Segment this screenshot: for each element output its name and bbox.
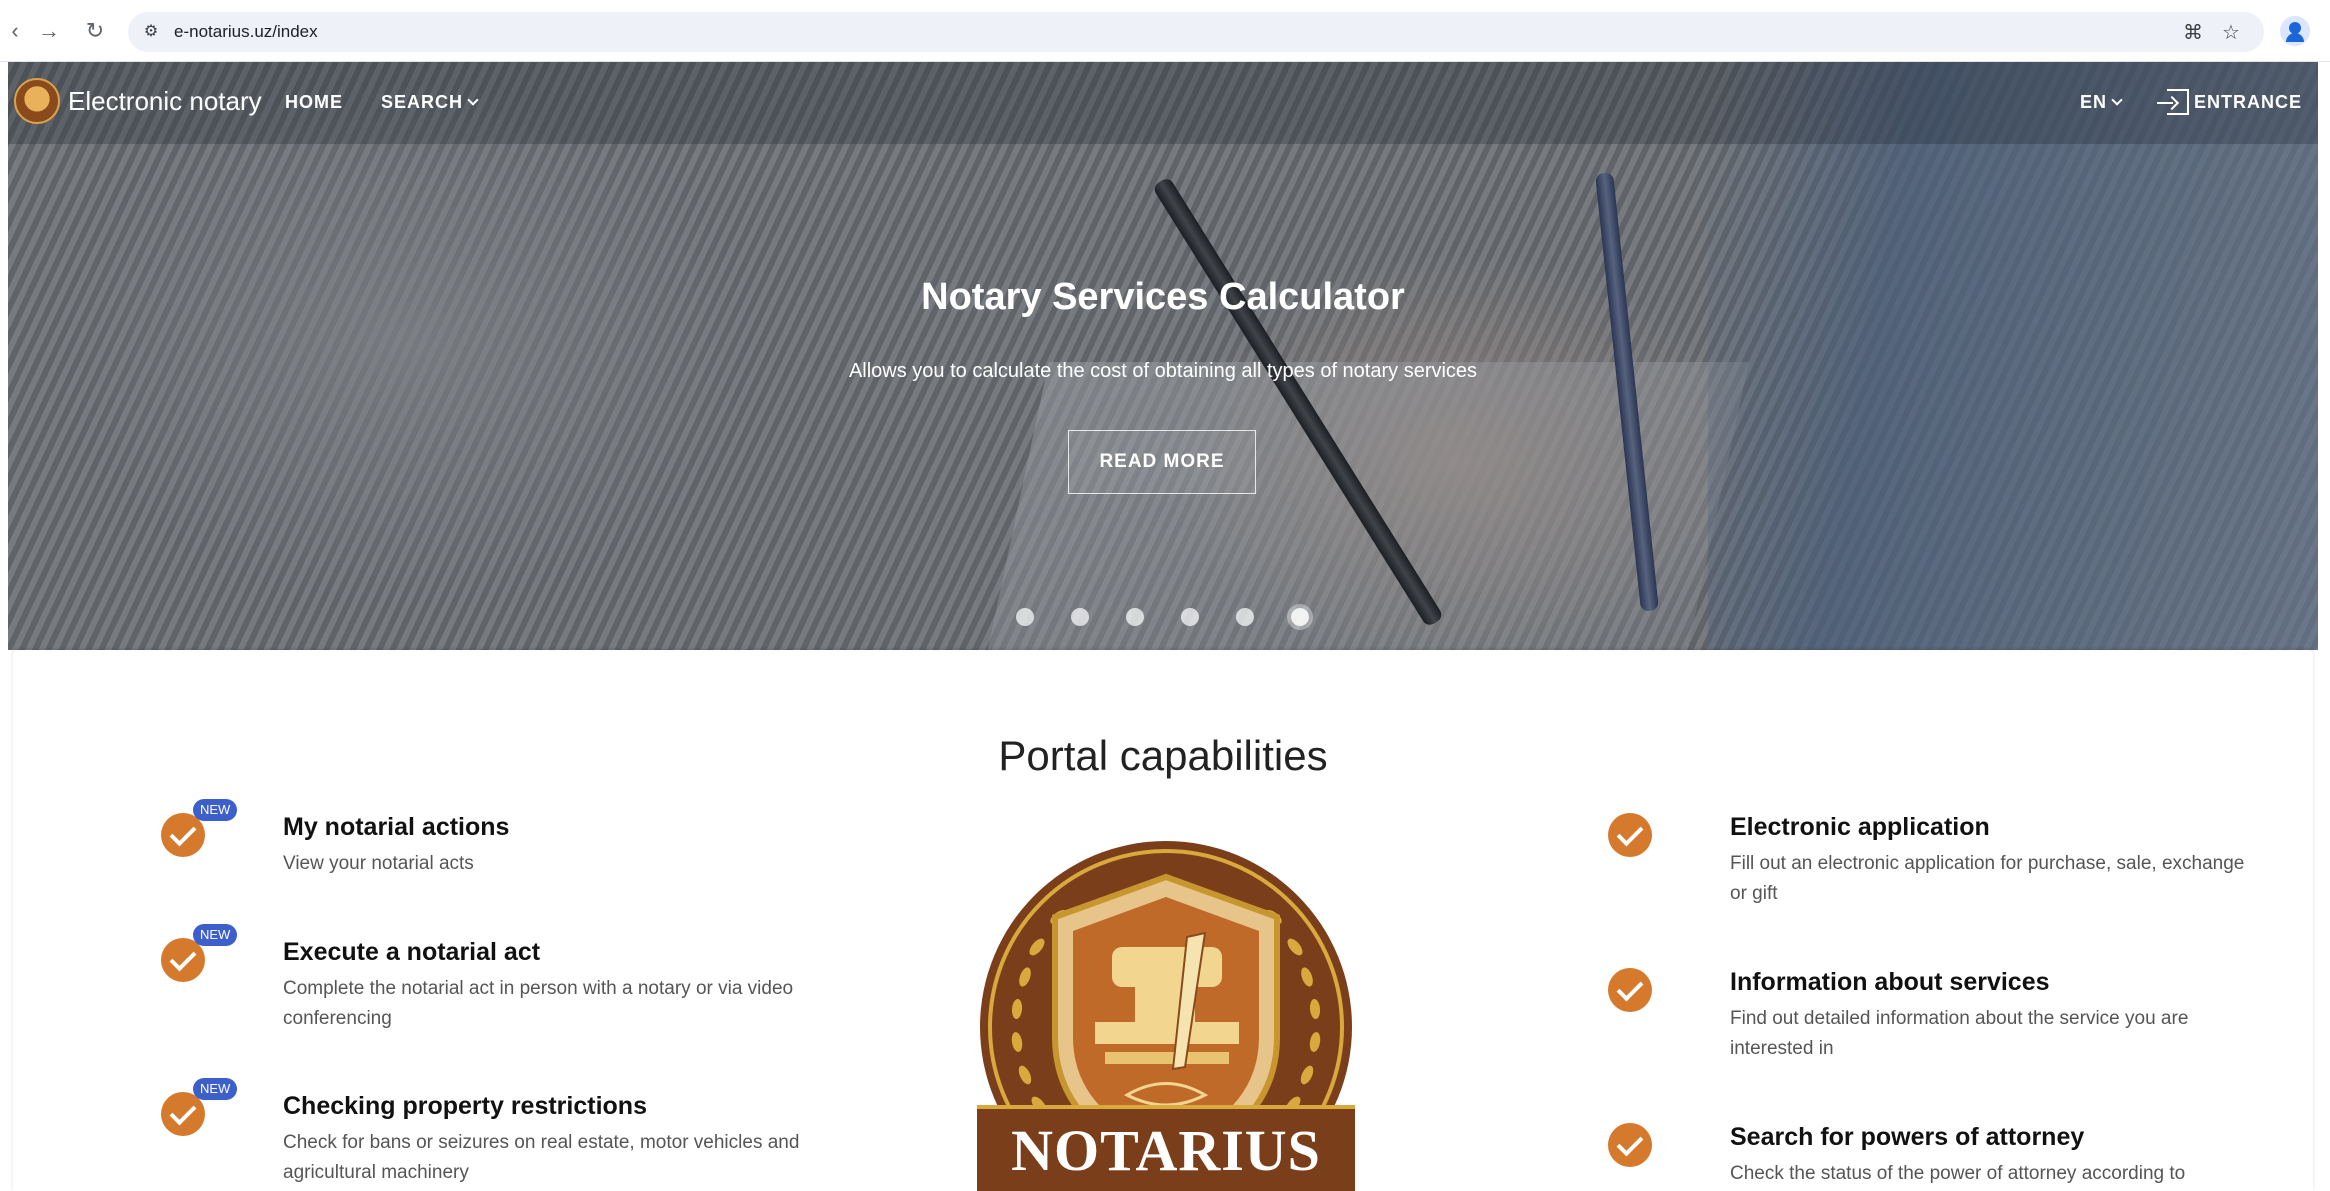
feature-description: View your notarial acts: [283, 853, 474, 874]
forward-icon[interactable]: →: [34, 16, 64, 46]
feature-title[interactable]: Electronic application: [1730, 813, 1990, 842]
feature-title[interactable]: Search for powers of attorney: [1730, 1123, 2084, 1152]
new-badge: NEW: [193, 799, 238, 821]
section-title: Portal capabilities: [998, 732, 1328, 779]
emblem-banner: NOTARIUS: [977, 1105, 1355, 1191]
translate-icon[interactable]: ⌘: [2180, 20, 2206, 46]
carousel-dot[interactable]: [1181, 608, 1199, 626]
check-icon: [1608, 813, 1652, 857]
hero-title: Notary Services Calculator: [921, 276, 1405, 318]
nav-home-link[interactable]: HOME: [285, 92, 343, 113]
emblem-text: NOTARIUS: [1011, 1118, 1321, 1183]
bookmark-star-icon[interactable]: ☆: [2218, 20, 2244, 46]
nav-search-dropdown[interactable]: SEARCH: [381, 92, 479, 113]
nav-search-label: SEARCH: [381, 92, 464, 112]
url-text[interactable]: e-notarius.uz/index: [174, 22, 318, 42]
new-badge: NEW: [193, 924, 238, 946]
reload-icon[interactable]: ↻: [80, 16, 110, 46]
check-icon: [1608, 968, 1652, 1012]
language-selector[interactable]: EN: [2080, 92, 2123, 113]
address-bar[interactable]: ⚙ e-notarius.uz/index ⌘ ☆: [128, 12, 2264, 52]
portal-capabilities-section: Portal capabilities NEW My notarial acti…: [13, 650, 2313, 1191]
carousel-dot[interactable]: [1236, 608, 1254, 626]
carousel-indicators: [8, 608, 2318, 628]
language-label: EN: [2080, 92, 2108, 112]
back-icon[interactable]: ‹: [0, 16, 30, 46]
carousel-dot[interactable]: [1126, 608, 1144, 626]
check-icon: [1608, 1123, 1652, 1167]
login-icon[interactable]: [2157, 89, 2189, 115]
feature-description: Check the status of the power of attorne…: [1730, 1163, 2186, 1184]
feature-title[interactable]: Checking property restrictions: [283, 1092, 647, 1121]
feature-title[interactable]: Information about services: [1730, 968, 2050, 997]
feature-title[interactable]: Execute a notarial act: [283, 938, 540, 967]
feature-title[interactable]: My notarial actions: [283, 813, 509, 842]
notarius-logo-icon[interactable]: [14, 78, 60, 124]
site-settings-icon[interactable]: ⚙: [140, 21, 162, 43]
feature-description: Complete the notarial act in person with…: [283, 978, 794, 1029]
hero-carousel: Electronic notary HOME SEARCH EN ENTRANC…: [8, 62, 2318, 650]
profile-icon[interactable]: [2280, 16, 2310, 46]
hero-subtitle: Allows you to calculate the cost of obta…: [848, 360, 1478, 382]
read-more-button[interactable]: READ MORE: [1068, 430, 1256, 494]
entrance-link[interactable]: ENTRANCE: [2194, 92, 2302, 113]
feature-description: Check for bans or seizures on real estat…: [283, 1132, 800, 1183]
browser-toolbar: ‹ → ↻ ⚙ e-notarius.uz/index ⌘ ☆: [0, 0, 2330, 62]
feature-description: Fill out an electronic application for p…: [1730, 853, 2245, 904]
chevron-down-icon: [467, 94, 479, 106]
brand-name[interactable]: Electronic notary: [68, 86, 262, 117]
carousel-dot-active[interactable]: [1291, 608, 1309, 626]
hero-overlay: [8, 62, 2318, 650]
carousel-dot[interactable]: [1016, 608, 1034, 626]
feature-description: Find out detailed information about the …: [1730, 1008, 2189, 1059]
site-header: Electronic notary HOME SEARCH EN ENTRANC…: [8, 62, 2318, 144]
carousel-dot[interactable]: [1071, 608, 1089, 626]
chevron-down-icon: [2111, 94, 2123, 106]
new-badge: NEW: [193, 1078, 238, 1100]
